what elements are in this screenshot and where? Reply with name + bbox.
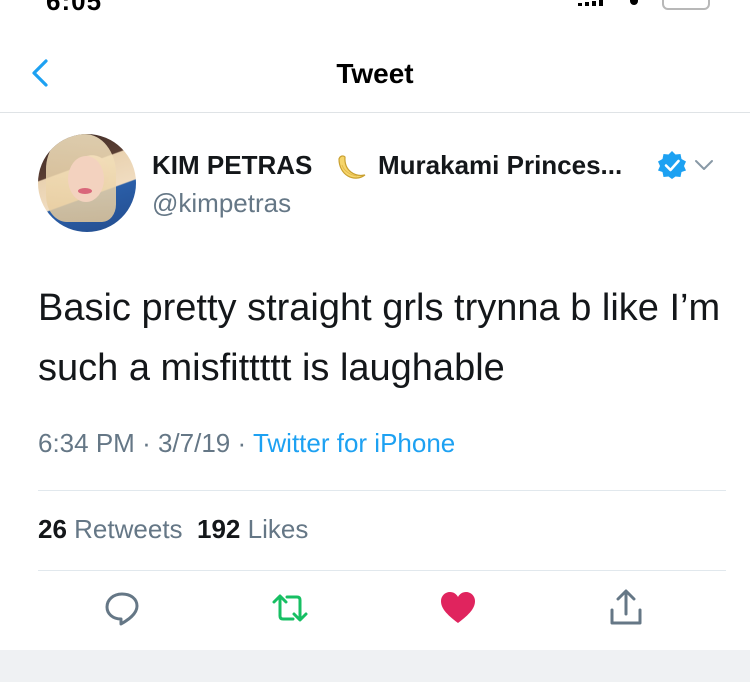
chevron-down-icon[interactable] — [693, 156, 715, 174]
heart-icon[interactable] — [438, 588, 478, 628]
bottom-bar — [0, 650, 750, 682]
wifi-icon — [630, 0, 638, 5]
page-title: Tweet — [336, 58, 414, 89]
author-display-name[interactable]: KIM PETRAS — [152, 150, 312, 181]
crescent-moon-icon — [338, 155, 366, 179]
meta-separator: · — [142, 428, 151, 458]
author-name-suffix[interactable]: Murakami Princes... — [378, 150, 622, 181]
battery-icon — [662, 0, 710, 10]
likes-count: 192 — [197, 514, 241, 544]
tweet-source-link[interactable]: Twitter for iPhone — [253, 428, 455, 458]
meta-separator: · — [237, 428, 247, 458]
tweet-meta: 6:34 PM · 3/7/19 · Twitter for iPhone — [38, 428, 455, 459]
tweet-text: Basic pretty straight grls trynna b like… — [38, 287, 721, 389]
retweets-stat[interactable]: 26 Retweets — [38, 514, 183, 544]
retweet-arrows-icon[interactable] — [270, 588, 310, 628]
speech-bubble-icon[interactable] — [102, 588, 142, 628]
tweet-actions — [0, 588, 750, 634]
share-arrow-icon[interactable] — [606, 588, 646, 628]
navigation-bar: Tweet — [0, 14, 750, 113]
likes-stat[interactable]: 192 Likes — [197, 514, 308, 544]
tweet-stats: 26 Retweets 192 Likes — [38, 514, 308, 545]
divider — [38, 490, 726, 491]
tweet-time: 6:34 PM — [38, 428, 135, 458]
signal-icon — [578, 0, 606, 6]
tweet-date: 3/7/19 — [157, 428, 231, 458]
retweets-label: Retweets — [74, 514, 183, 544]
likes-label: Likes — [247, 514, 309, 544]
verified-badge-icon — [658, 151, 686, 179]
retweets-count: 26 — [38, 514, 67, 544]
status-time: 6:05 — [46, 0, 102, 14]
author-handle[interactable]: @kimpetras — [152, 188, 291, 219]
status-bar: 6:05 — [0, 0, 750, 14]
avatar[interactable] — [38, 134, 136, 232]
divider — [38, 570, 726, 571]
